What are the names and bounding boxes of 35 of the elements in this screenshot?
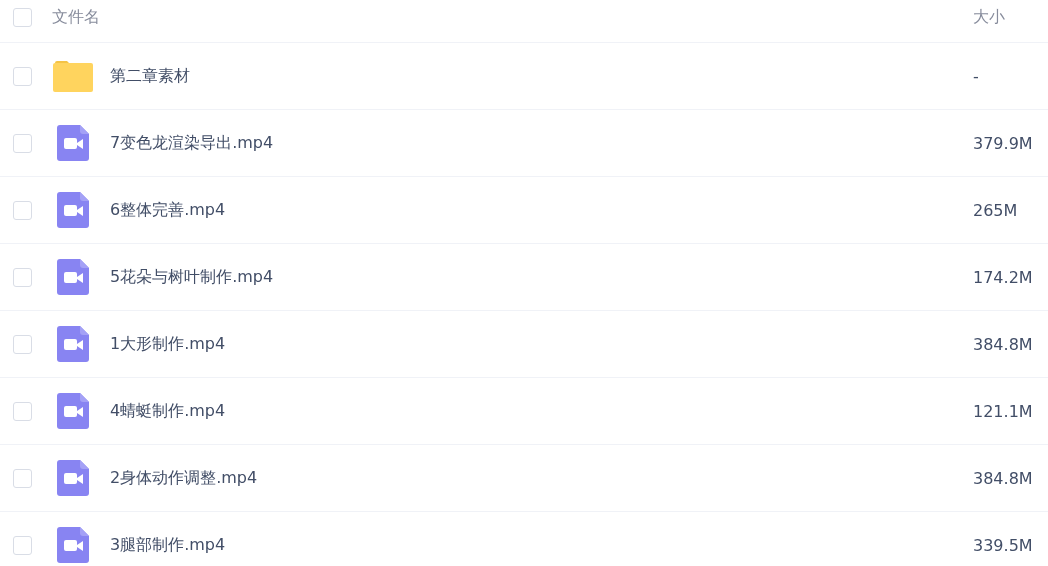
row-checkbox[interactable] (13, 334, 32, 354)
video-file-icon (57, 192, 89, 228)
file-name[interactable]: 4蜻蜓制作.mp4 (110, 400, 973, 422)
video-file-icon (57, 125, 89, 161)
file-name[interactable]: 1大形制作.mp4 (110, 333, 973, 355)
file-name[interactable]: 6整体完善.mp4 (110, 199, 973, 221)
file-size: 265M (973, 200, 1019, 220)
row-checkbox[interactable] (13, 66, 32, 86)
name-column-header[interactable]: 文件名 (52, 6, 973, 28)
file-size: 384.8M (973, 468, 1034, 488)
video-file-icon (57, 259, 89, 295)
file-name[interactable]: 7变色龙渲染导出.mp4 (110, 132, 973, 154)
video-file-icon (57, 393, 89, 429)
file-size: 121.1M (973, 401, 1034, 421)
file-name[interactable]: 第二章素材 (110, 65, 973, 87)
file-size: 174.2M (973, 267, 1034, 287)
row-checkbox[interactable] (13, 401, 32, 421)
size-column-header[interactable]: 大小 (973, 6, 1048, 28)
file-name[interactable]: 3腿部制作.mp4 (110, 534, 973, 556)
file-size: 379.9M (973, 133, 1034, 153)
row-checkbox[interactable] (13, 535, 32, 555)
file-size: 384.8M (973, 334, 1034, 354)
select-all-checkbox[interactable] (13, 7, 32, 27)
file-name[interactable]: 2身体动作调整.mp4 (110, 467, 973, 489)
video-file-icon (57, 460, 89, 496)
row-checkbox[interactable] (13, 133, 32, 153)
row-checkbox[interactable] (13, 468, 32, 488)
row-checkbox[interactable] (13, 200, 32, 220)
file-size: 339.5M (973, 535, 1034, 555)
video-file-icon (57, 527, 89, 563)
row-checkbox[interactable] (13, 267, 32, 287)
file-name[interactable]: 5花朵与树叶制作.mp4 (110, 266, 973, 288)
folder-icon (53, 60, 93, 92)
video-file-icon (57, 326, 89, 362)
file-size: - (973, 66, 980, 86)
